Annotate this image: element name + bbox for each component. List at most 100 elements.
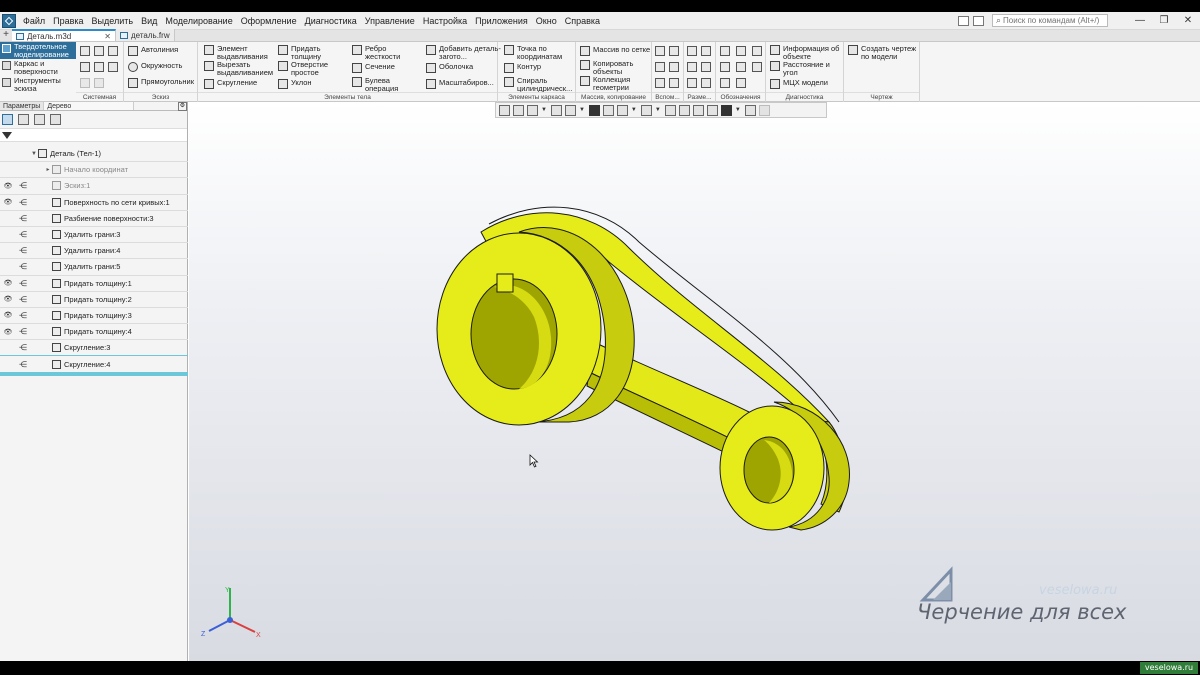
mode-solid-modeling[interactable]: Твердотельное моделирование bbox=[0, 42, 76, 59]
table-icon[interactable] bbox=[736, 78, 746, 88]
tangent-plane-icon[interactable] bbox=[655, 78, 665, 88]
grid-array-button[interactable]: Массив по сетке bbox=[580, 46, 650, 56]
close-tab-icon[interactable]: ✕ bbox=[104, 32, 111, 41]
menu-modeling[interactable]: Моделирование bbox=[161, 13, 236, 29]
mode-sketch-tools[interactable]: Инструменты эскиза bbox=[0, 76, 76, 93]
mass-properties-button[interactable]: МЦХ модели bbox=[770, 79, 828, 89]
relation-icon[interactable]: ⋲ bbox=[19, 295, 27, 304]
contour-button[interactable]: Контур bbox=[504, 63, 541, 73]
tree-order-icon[interactable] bbox=[18, 114, 29, 125]
restore-button[interactable]: ❐ bbox=[1152, 13, 1176, 29]
close-button[interactable]: ✕ bbox=[1176, 13, 1200, 29]
tree-row[interactable]: ⋲ Скругление:3 bbox=[0, 340, 188, 357]
menu-window[interactable]: Окно bbox=[532, 13, 561, 29]
tree-assembly-icon[interactable] bbox=[34, 114, 45, 125]
linear-dim-icon[interactable] bbox=[687, 46, 697, 56]
text-icon[interactable] bbox=[720, 78, 730, 88]
relation-icon[interactable]: ⋲ bbox=[19, 181, 27, 190]
object-info-button[interactable]: Информация об объекте bbox=[770, 45, 841, 61]
tree-row[interactable]: ▼ Деталь (Тел-1) bbox=[0, 146, 188, 163]
roughness-icon[interactable] bbox=[736, 46, 746, 56]
normal-plane-icon[interactable] bbox=[669, 78, 679, 88]
print-icon[interactable] bbox=[80, 62, 90, 72]
rectangle-button[interactable]: Прямоугольник bbox=[128, 78, 194, 88]
datum-icon[interactable] bbox=[720, 62, 730, 72]
tab-detail-m3d[interactable]: Деталь.m3d ✕ bbox=[12, 29, 116, 41]
tree-row[interactable]: ⋲ Удалить грани:4 bbox=[0, 243, 188, 260]
diameter-dim-icon[interactable] bbox=[687, 62, 697, 72]
relation-icon[interactable]: ⋲ bbox=[19, 230, 27, 239]
new-doc-icon[interactable] bbox=[80, 46, 90, 56]
menu-settings[interactable]: Настройка bbox=[419, 13, 471, 29]
tree-row[interactable]: ⋲ Скругление:4 bbox=[0, 356, 188, 373]
mode-wireframe-surfaces[interactable]: Каркас и поверхности bbox=[0, 59, 76, 76]
command-search[interactable]: ⌕ bbox=[992, 14, 1108, 27]
angular-dim-icon[interactable] bbox=[701, 46, 711, 56]
visibility-eye-icon[interactable]: 👁 bbox=[3, 198, 13, 206]
section-button[interactable]: Сечение bbox=[352, 63, 395, 73]
tab-parameters[interactable]: Параметры bbox=[0, 102, 45, 110]
offset-plane-icon[interactable] bbox=[655, 62, 665, 72]
new-tab-plus-icon[interactable]: + bbox=[0, 29, 12, 41]
open-icon[interactable] bbox=[94, 46, 104, 56]
menu-diagnostics[interactable]: Диагностика bbox=[301, 13, 361, 29]
tree-row[interactable]: ⋲ Удалить грани:5 bbox=[0, 259, 188, 276]
cut-extrude-button[interactable]: Вырезать выдавливанием bbox=[204, 61, 277, 77]
relation-icon[interactable]: ⋲ bbox=[19, 279, 27, 288]
relation-icon[interactable]: ⋲ bbox=[19, 214, 27, 223]
menu-file[interactable]: Файл bbox=[19, 13, 49, 29]
copy-icon[interactable] bbox=[94, 62, 104, 72]
minimize-button[interactable]: — bbox=[1128, 13, 1152, 29]
relation-icon[interactable]: ⋲ bbox=[19, 198, 27, 207]
tree-row[interactable]: 👁 ⋲ Поверхность по сети кривых:1 bbox=[0, 195, 188, 211]
tree-row[interactable]: 👁 ⋲ Придать толщину:2 bbox=[0, 292, 188, 308]
mark-icon[interactable] bbox=[736, 62, 746, 72]
tree-row[interactable]: 👁 ⋲ Придать толщину:4 bbox=[0, 324, 188, 341]
menu-help[interactable]: Справка bbox=[561, 13, 604, 29]
visibility-eye-icon[interactable]: 👁 bbox=[3, 311, 13, 319]
simple-hole-button[interactable]: Отверстие простое bbox=[278, 61, 337, 77]
add-blank-button[interactable]: Добавить деталь-загото... bbox=[426, 45, 501, 61]
axis-icon[interactable] bbox=[669, 46, 679, 56]
gear-icon[interactable]: ⚙ bbox=[178, 102, 187, 111]
chevron-right-icon[interactable]: ▸ bbox=[44, 166, 52, 173]
copy-objects-button[interactable]: Копировать объекты bbox=[580, 60, 637, 76]
relation-icon[interactable]: ⋲ bbox=[19, 327, 27, 336]
visibility-eye-icon[interactable]: 👁 bbox=[3, 295, 13, 303]
relation-icon[interactable]: ⋲ bbox=[19, 343, 27, 352]
tab-detail-frw[interactable]: деталь.frw bbox=[116, 29, 175, 41]
relation-icon[interactable]: ⋲ bbox=[19, 360, 27, 369]
fillet-button[interactable]: Скругление bbox=[204, 79, 257, 89]
tree-row[interactable]: ▸ Начало координат bbox=[0, 162, 188, 179]
distance-angle-button[interactable]: Расстояние и угол bbox=[770, 61, 835, 77]
tree-search-input[interactable] bbox=[16, 129, 187, 141]
geometry-collection-button[interactable]: Коллекция геометрии bbox=[580, 76, 637, 92]
undo-icon[interactable] bbox=[80, 78, 90, 88]
relation-icon[interactable]: ⋲ bbox=[19, 246, 27, 255]
visibility-eye-icon[interactable]: 👁 bbox=[3, 279, 13, 287]
extrude-button[interactable]: Элемент выдавливания bbox=[204, 45, 275, 61]
rib-button[interactable]: Ребро жесткости bbox=[352, 45, 405, 61]
auto-dim-icon[interactable] bbox=[687, 78, 697, 88]
tree-row[interactable]: 👁 ⋲ Эскиз:1 bbox=[0, 178, 188, 195]
point-by-coords-button[interactable]: Точка по координатам bbox=[504, 45, 569, 61]
visibility-eye-icon[interactable]: 👁 bbox=[3, 328, 13, 336]
command-search-input[interactable] bbox=[1003, 16, 1100, 25]
boolean-button[interactable]: Булева операция bbox=[352, 77, 405, 93]
relation-icon[interactable]: ⋲ bbox=[19, 262, 27, 271]
tab-tree[interactable]: Дерево bbox=[44, 102, 135, 110]
create-drawing-button[interactable]: Создать чертеж по модели bbox=[848, 45, 917, 61]
autoline-button[interactable]: Автолиния bbox=[128, 46, 178, 56]
tolerance-icon[interactable] bbox=[752, 46, 762, 56]
helix-button[interactable]: Спираль цилиндрическ... bbox=[504, 77, 575, 93]
circle-button[interactable]: Окружность bbox=[128, 62, 182, 72]
menu-applications[interactable]: Приложения bbox=[471, 13, 532, 29]
menu-formatting[interactable]: Оформление bbox=[237, 13, 301, 29]
visibility-eye-icon[interactable]: 👁 bbox=[3, 182, 13, 190]
draft-button[interactable]: Уклон bbox=[278, 79, 312, 89]
tree-row[interactable]: 👁 ⋲ Придать толщину:3 bbox=[0, 308, 188, 325]
dim-style-icon[interactable] bbox=[701, 78, 711, 88]
save-icon[interactable] bbox=[108, 46, 118, 56]
tree-structure-icon[interactable] bbox=[2, 114, 13, 125]
paste-icon[interactable] bbox=[108, 62, 118, 72]
